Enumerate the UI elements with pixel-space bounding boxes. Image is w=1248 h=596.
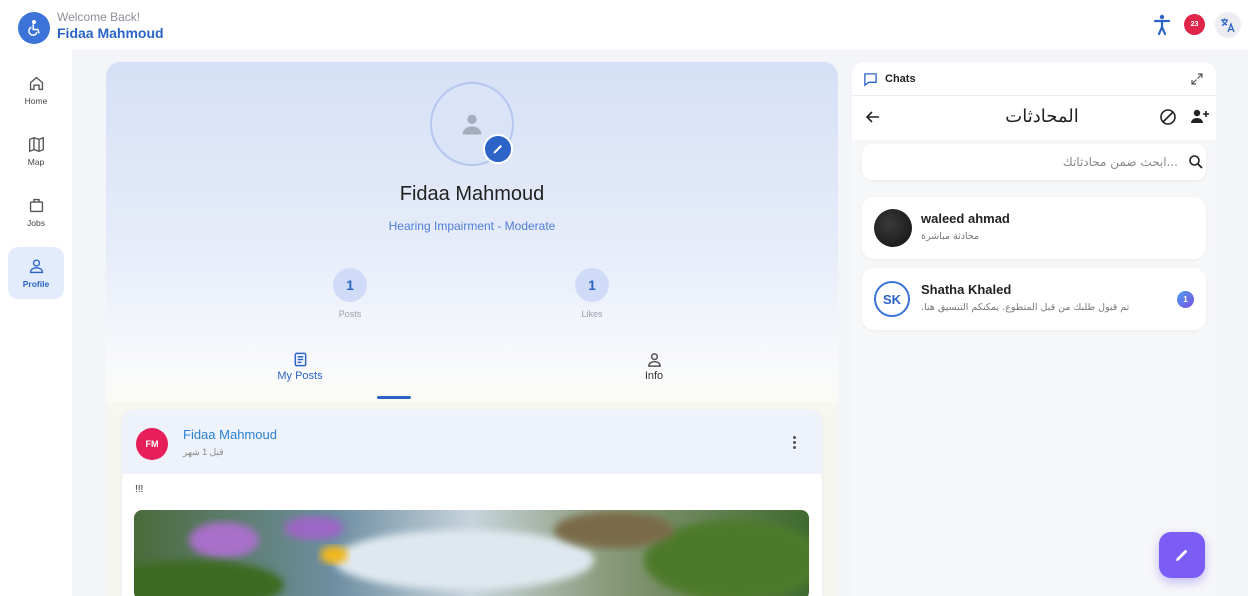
stat-value: 1 bbox=[575, 268, 609, 302]
arrow-left-icon[interactable] bbox=[864, 108, 882, 126]
chat-item-waleed[interactable]: waleed ahmad محادثة مباشرة bbox=[862, 197, 1206, 259]
chat-bubble-icon bbox=[864, 73, 877, 87]
chat-name: waleed ahmad bbox=[921, 211, 1010, 226]
stat-value: 1 bbox=[333, 268, 367, 302]
sidebar-item-profile[interactable]: Profile bbox=[8, 247, 64, 299]
sidebar-item-label: Jobs bbox=[27, 217, 45, 228]
pencil-icon bbox=[493, 145, 502, 154]
post-header: FM Fidaa Mahmoud قبل 1 شهر bbox=[122, 410, 822, 474]
search-icon[interactable] bbox=[1188, 154, 1204, 170]
search-box bbox=[862, 144, 1206, 180]
person-outline-icon bbox=[647, 353, 661, 367]
chats-panel: Chats المحادثات waleed ahmad محادثة مباش… bbox=[852, 62, 1216, 596]
edit-avatar-button[interactable] bbox=[483, 134, 513, 164]
active-tab-indicator bbox=[377, 396, 411, 399]
translate-icon[interactable] bbox=[1215, 12, 1241, 38]
unread-badge: 1 bbox=[1177, 291, 1194, 308]
profile-icon bbox=[29, 258, 43, 273]
person-icon bbox=[462, 114, 482, 135]
sidebar-item-label: Home bbox=[24, 95, 48, 106]
wheelchair-icon[interactable] bbox=[18, 12, 50, 44]
stat-likes: 1 Likes bbox=[552, 268, 632, 319]
document-icon bbox=[294, 352, 306, 367]
chats-panel-title: Chats bbox=[885, 73, 916, 85]
briefcase-icon bbox=[29, 198, 43, 212]
map-icon bbox=[28, 136, 44, 152]
post-card: FM Fidaa Mahmoud قبل 1 شهر !!! bbox=[122, 410, 822, 596]
avatar bbox=[874, 209, 912, 247]
sidebar-item-home[interactable]: Home bbox=[8, 64, 64, 116]
post-time: قبل 1 شهر bbox=[183, 447, 224, 457]
sidebar-item-jobs[interactable]: Jobs bbox=[8, 186, 64, 238]
post-image[interactable] bbox=[134, 510, 809, 596]
profile-card: Fidaa Mahmoud Hearing Impairment - Moder… bbox=[106, 62, 838, 402]
profile-condition: Hearing Impairment - Moderate bbox=[388, 219, 556, 233]
tab-label: Info bbox=[644, 370, 664, 382]
stat-label: Likes bbox=[581, 309, 603, 319]
stat-posts: 1 Posts bbox=[310, 268, 390, 319]
chat-name: Shatha Khaled bbox=[921, 282, 1012, 297]
sidebar-item-label: Map bbox=[27, 156, 45, 167]
chats-nav: المحادثات bbox=[852, 96, 1216, 140]
tab-my-posts[interactable]: My Posts bbox=[250, 352, 350, 382]
accessibility-person-icon[interactable] bbox=[1152, 14, 1172, 36]
tab-label: My Posts bbox=[277, 370, 323, 382]
post-avatar[interactable]: FM bbox=[136, 428, 168, 460]
add-user-icon[interactable] bbox=[1190, 108, 1210, 126]
post-text: !!! bbox=[135, 484, 144, 495]
top-bar: Welcome Back! Fidaa Mahmoud 23 bbox=[0, 0, 1248, 50]
sidebar-item-map[interactable]: Map bbox=[8, 125, 64, 177]
chat-item-shatha[interactable]: SK Shatha Khaled .تم قبول طلبك من قبل ال… bbox=[862, 268, 1206, 330]
avatar: SK bbox=[874, 281, 910, 317]
user-name: Fidaa Mahmoud bbox=[57, 25, 164, 41]
chat-preview: .تم قبول طلبك من قبل المتطوع. يمكنكم الت… bbox=[921, 302, 1130, 313]
pencil-icon bbox=[1176, 549, 1188, 561]
conversations-title: المحادثات bbox=[1005, 106, 1079, 126]
stat-label: Posts bbox=[338, 309, 362, 319]
post-author[interactable]: Fidaa Mahmoud bbox=[183, 427, 277, 442]
block-icon[interactable] bbox=[1159, 108, 1177, 126]
side-nav: Home Map Jobs Profile bbox=[0, 50, 72, 596]
sidebar-item-label: Profile bbox=[22, 278, 50, 289]
new-post-button[interactable] bbox=[1159, 532, 1205, 578]
expand-icon[interactable] bbox=[1190, 72, 1204, 86]
home-icon bbox=[29, 76, 43, 90]
tab-info[interactable]: Info bbox=[604, 352, 704, 382]
chats-header: Chats bbox=[852, 62, 1216, 96]
profile-name: Fidaa Mahmoud bbox=[399, 183, 545, 205]
more-vertical-icon[interactable] bbox=[786, 432, 802, 452]
notification-badge[interactable]: 23 bbox=[1184, 14, 1205, 35]
welcome-text: Welcome Back! bbox=[57, 10, 141, 24]
chat-preview: محادثة مباشرة bbox=[921, 231, 980, 242]
search-input[interactable] bbox=[872, 144, 1182, 180]
